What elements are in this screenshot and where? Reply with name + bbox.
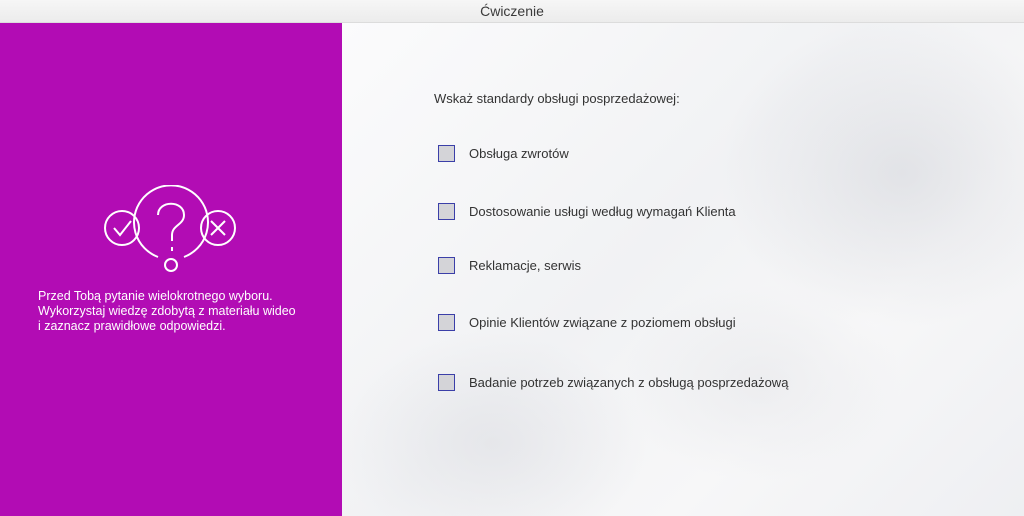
answer-option[interactable]: Dostosowanie usługi według wymagań Klien… [438,201,736,221]
answer-checkbox[interactable] [438,144,455,162]
instructions-line: Przed Tobą pytanie wielokrotnego wyboru. [38,289,273,303]
instructions-line: i zaznacz prawidłowe odpowiedzi. [38,319,226,333]
instructions-line: Wykorzystaj wiedzę zdobytą z materiału w… [38,304,296,318]
question-bubble-icon [133,185,209,272]
window-titlebar: Ćwiczenie [0,0,1024,23]
quiz-illustration [104,185,236,272]
window-title: Ćwiczenie [480,3,544,19]
answer-checkbox[interactable] [438,202,455,220]
answer-checkbox[interactable] [438,256,455,274]
answer-label[interactable]: Opinie Klientów związane z poziomem obsł… [469,315,736,330]
question-text: Wskaż standardy obsługi posprzedażowej: [434,91,680,106]
answer-checkbox[interactable] [438,373,455,391]
instructions-panel: Przed Tobą pytanie wielokrotnego wyboru.… [0,23,342,516]
cross-circle-icon [200,210,236,246]
answer-option[interactable]: Badanie potrzeb związanych z obsługą pos… [438,372,788,392]
answer-label[interactable]: Obsługa zwrotów [469,146,569,161]
instructions-text: Przed Tobą pytanie wielokrotnego wyboru.… [38,289,328,334]
answer-label[interactable]: Reklamacje, serwis [469,258,581,273]
answer-option[interactable]: Reklamacje, serwis [438,255,581,275]
answer-checkbox[interactable] [438,313,455,331]
answer-label[interactable]: Badanie potrzeb związanych z obsługą pos… [469,375,788,390]
answer-option[interactable]: Obsługa zwrotów [438,143,569,163]
answer-option[interactable]: Opinie Klientów związane z poziomem obsł… [438,312,736,332]
answer-label[interactable]: Dostosowanie usługi według wymagań Klien… [469,204,736,219]
